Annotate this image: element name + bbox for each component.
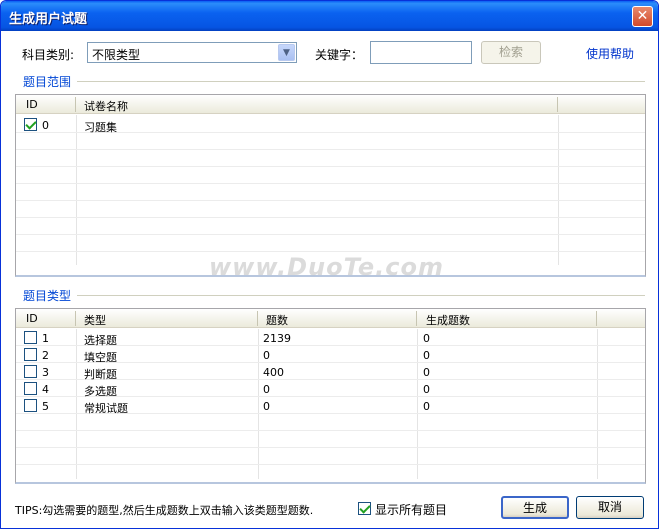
type-row-id: 1 [42,332,49,345]
type-row-type: 多选题 [84,385,117,398]
type-grid: ID 类型 题数 生成题数 1 选择题 2139 0 2 填空题 0 0 3 判… [15,308,646,484]
type-row-type: 判断题 [84,368,117,381]
type-row-id: 2 [42,349,49,362]
type-row-checkbox[interactable] [24,331,37,344]
grid-hline [16,447,645,448]
type-row-id: 4 [42,383,49,396]
grid-vline [258,329,259,479]
grid-hline [16,430,645,431]
grid-vline [417,329,418,479]
type-row-type: 选择题 [84,334,117,347]
grid-hline [16,251,645,252]
type-row-checkbox[interactable] [24,382,37,395]
tips-text: TIPS:勾选需要的题型,然后生成题数上双击输入该类题型题数. [15,504,314,517]
type-row-checkbox[interactable] [24,365,37,378]
watermark: www.DuoTe.com [209,253,444,281]
type-row-gen[interactable]: 0 [423,400,430,413]
type-row-checkbox[interactable] [24,399,37,412]
type-grid-header: ID 类型 题数 生成题数 [16,309,645,328]
scope-row-name: 习题集 [84,121,117,134]
scope-group-title: 题目范围 [23,75,72,89]
grid-hline [16,183,645,184]
grid-hline [16,217,645,218]
grid-vline [76,329,77,479]
search-button[interactable]: 检索 [481,41,541,64]
col-separator[interactable] [416,311,417,326]
type-row-type: 常规试题 [84,402,128,415]
type-row-gen[interactable]: 0 [423,332,430,345]
keyword-label: 关键字： [315,48,364,62]
type-row-count: 0 [263,349,270,362]
subject-select-value: 不限类型 [92,48,141,62]
scope-grid: ID 试卷名称 0 习题集 [15,94,646,277]
window-title: 生成用户试题 [9,12,88,27]
type-group-divider [77,295,645,296]
scope-grid-header: ID 试卷名称 [16,95,645,114]
cancel-button[interactable]: 取消 [576,496,644,519]
scope-col-name[interactable]: 试卷名称 [84,98,128,114]
type-row-id: 5 [42,400,49,413]
title-bar[interactable]: 生成用户试题 ✕ [1,1,658,31]
col-separator[interactable] [257,311,258,326]
show-all-checkbox[interactable] [358,502,371,515]
grid-hline [16,234,645,235]
type-col-gen[interactable]: 生成题数 [426,312,470,328]
close-icon[interactable]: ✕ [632,6,653,27]
col-separator[interactable] [75,311,76,326]
generate-button[interactable]: 生成 [501,496,569,519]
type-col-type[interactable]: 类型 [84,312,106,328]
type-group-title: 题目类型 [23,289,72,303]
type-row-gen[interactable]: 0 [423,383,430,396]
subject-select[interactable]: 不限类型 ▼ [87,42,297,63]
type-row-gen[interactable]: 0 [423,366,430,379]
type-row-gen[interactable]: 0 [423,349,430,362]
type-col-id[interactable]: ID [26,312,38,325]
col-separator[interactable] [75,97,76,112]
type-row-count: 400 [263,366,284,379]
scope-row-id: 0 [42,119,49,132]
scope-group-divider [77,81,645,82]
grid-hline [16,166,645,167]
scope-col-id[interactable]: ID [26,98,38,111]
type-row-count: 0 [263,383,270,396]
keyword-input[interactable] [370,41,472,64]
type-row-count: 0 [263,400,270,413]
grid-hline [16,464,645,465]
scope-row-checkbox[interactable] [24,118,37,131]
grid-hline [16,200,645,201]
grid-hline [16,149,645,150]
dialog-window: 生成用户试题 ✕ 科目类别: 不限类型 ▼ 关键字： 检索 使用帮助 题目范围 … [0,0,659,529]
col-separator[interactable] [596,311,597,326]
type-row-type: 填空题 [84,351,117,364]
grid-vline [558,115,559,265]
type-row-checkbox[interactable] [24,348,37,361]
show-all-label[interactable]: 显示所有题目 [375,501,447,518]
grid-vline [597,329,598,479]
type-col-count[interactable]: 题数 [266,312,288,328]
type-row-id: 3 [42,366,49,379]
type-row-count: 2139 [263,332,291,345]
col-separator[interactable] [557,97,558,112]
chevron-down-icon[interactable]: ▼ [278,44,295,61]
grid-vline [76,115,77,265]
help-link[interactable]: 使用帮助 [586,45,634,62]
subject-label: 科目类别: [22,48,75,62]
